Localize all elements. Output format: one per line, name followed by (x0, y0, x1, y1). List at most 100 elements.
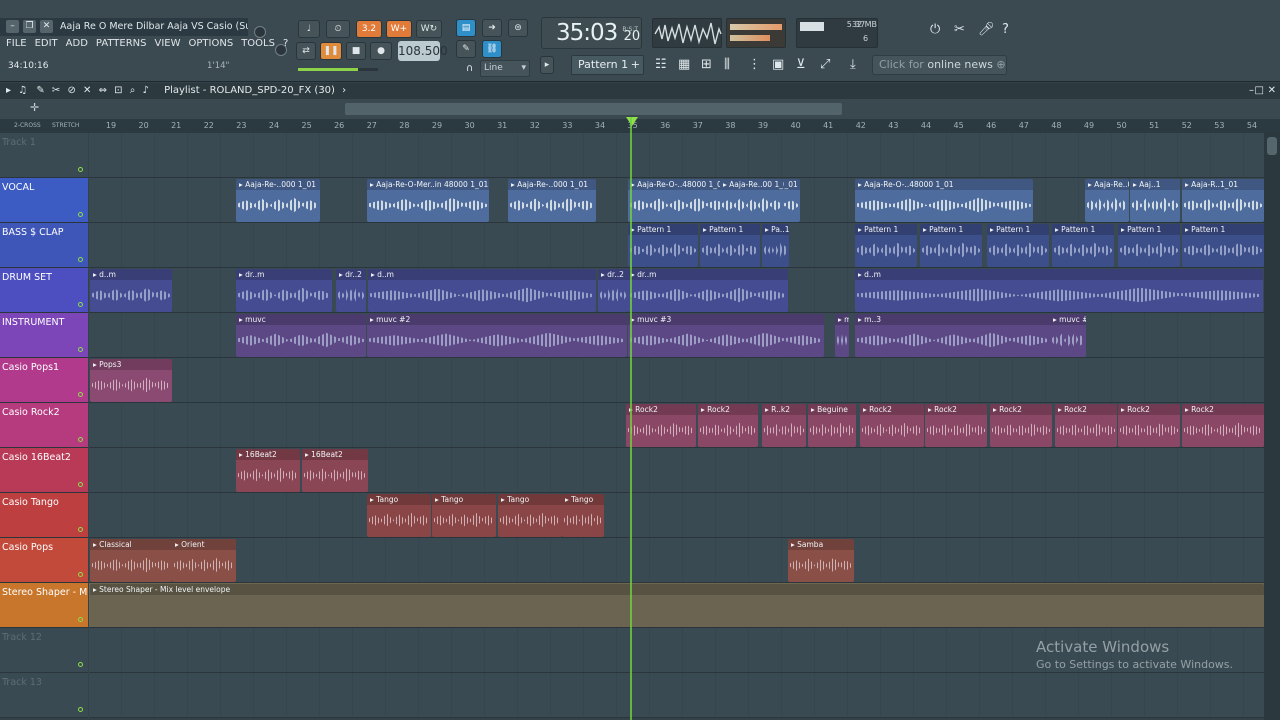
playlist-clip[interactable]: ▸ Rock2 (1182, 404, 1264, 447)
playlist-clip[interactable]: ▸ Aaja-Re-..000 1_01 (236, 179, 320, 222)
playlist-clip[interactable]: ▸ Pops3 (90, 359, 172, 402)
track-header[interactable]: Casio Tango (0, 493, 88, 538)
playlist-clip[interactable]: ▸ Tango (498, 494, 562, 537)
track-header[interactable]: Track 12 (0, 628, 88, 673)
track-mute-led-icon[interactable] (78, 527, 83, 532)
playlist-clip[interactable]: ▸ muvc #3 (835, 314, 849, 357)
track-mute-led-icon[interactable] (78, 482, 83, 487)
playhead-marker-icon[interactable] (626, 117, 638, 126)
song-pattern-toggle-icon[interactable]: ⇄ (296, 42, 316, 60)
playlist-clip[interactable]: ▸ d..m (90, 269, 172, 312)
menu-options[interactable]: OPTIONS (189, 38, 234, 49)
playlist-arrow-icon[interactable]: ▸ (6, 85, 11, 96)
vertical-scrollbar[interactable] (1264, 133, 1280, 720)
playlist-clip[interactable]: ▸ R..k2 (762, 404, 806, 447)
track-header[interactable]: Casio Pops1 (0, 358, 88, 403)
playlist-clip[interactable]: ▸ Tango (432, 494, 496, 537)
track-lane[interactable]: ▸ Tango ▸ Tango ▸ Tango ▸ Tango (89, 493, 1264, 538)
help-icon[interactable]: ? (1002, 22, 1009, 37)
playlist-clip[interactable]: ▸ Aaja-Re..00 1_01 (1085, 179, 1129, 222)
playlist-clip[interactable]: ▸ Samba (788, 539, 854, 582)
playlist-clip[interactable]: ▸ Rock2 (925, 404, 987, 447)
track-lane[interactable]: ▸ Pops3 (89, 358, 1264, 403)
download-icon[interactable]: ⤓ (850, 57, 856, 72)
minimize-icon[interactable]: – (6, 20, 19, 33)
playlist-clip[interactable]: ▸ muvc #2 (367, 314, 627, 357)
plugin-picker-icon[interactable]: ▣ (772, 57, 784, 72)
tempo-display[interactable]: 108.500 (398, 41, 448, 61)
track-mute-led-icon[interactable] (78, 437, 83, 442)
track-header[interactable]: Casio Pops (0, 538, 88, 583)
track-header[interactable]: BASS $ CLAP (0, 223, 88, 268)
playlist-clip[interactable]: ▸ Aaj..1 (1130, 179, 1180, 222)
playlist-clip[interactable]: ▸ Rock2 (626, 404, 696, 447)
playlist-clip[interactable]: ▸ Aaja-Re-O-..48000 1_01 (628, 179, 728, 222)
menu-add[interactable]: ADD (66, 38, 88, 49)
snap-select[interactable]: Line ▾ (480, 60, 530, 77)
playlist-maximize-icon[interactable]: □ (1255, 83, 1264, 99)
pause-button[interactable]: ❚❚ (320, 42, 342, 60)
menu-tools[interactable]: TOOLS (241, 38, 275, 49)
track-header[interactable]: Casio Rock2 (0, 403, 88, 448)
playlist-clip[interactable]: ▸ Pattern 1 (1182, 224, 1264, 267)
master-volume-knob[interactable] (254, 26, 266, 38)
track-lane[interactable]: ▸ 16Beat2 ▸ 16Beat2 (89, 448, 1264, 493)
tools-icon[interactable]: ✂ (954, 22, 965, 37)
time-signature-button[interactable]: 3.2 (356, 20, 382, 38)
playlist-clip[interactable]: ▸ d..m (855, 269, 1263, 312)
playlist-clip[interactable]: ▸ m..3 (855, 314, 1051, 357)
playlist-tools-icon[interactable]: ✎ ✂ ⊘ ✕ ⇔ ⊡ ⌕ ♪ (36, 85, 151, 96)
close-icon[interactable]: ✕ (40, 20, 53, 33)
track-header[interactable]: Track 1 (0, 133, 88, 178)
playlist-clip[interactable]: ▸ Pattern 1 (1052, 224, 1114, 267)
track-lane[interactable]: ▸ Classical ▸ Orient ▸ Samba (89, 538, 1264, 583)
previous-pattern-icon[interactable]: ▸ (540, 56, 554, 74)
playlist-clip[interactable]: ▸ Aaja-Re-..000 1_01 (508, 179, 596, 222)
playlist-icon[interactable]: ☷ (655, 57, 667, 72)
restore-icon[interactable]: ❐ (23, 20, 36, 33)
track-mute-led-icon[interactable] (78, 707, 83, 712)
metronome-icon[interactable]: ♩ (298, 20, 320, 38)
playlist-clip[interactable]: ▸ Stereo Shaper - Mix level envelope (90, 584, 1264, 627)
menu-patterns[interactable]: PATTERNS (96, 38, 147, 49)
track-lane[interactable]: ▸ Aaja-Re-..000 1_01 ▸ Aaja-Re-O-Mer..in … (89, 178, 1264, 223)
record-button[interactable]: ● (370, 42, 392, 60)
playlist-clip[interactable]: ▸ Rock2 (698, 404, 758, 447)
track-header[interactable]: Casio 16Beat2 (0, 448, 88, 493)
magnet-icon[interactable]: ∩ (466, 63, 473, 74)
playlist-clip[interactable]: ▸ Beguine (808, 404, 856, 447)
playlist-clip[interactable]: ▸ Orient (172, 539, 236, 582)
mixer-icon[interactable]: ⫼ (724, 57, 730, 72)
playlist-close-icon[interactable]: ✕ (1268, 83, 1276, 99)
song-position-clock[interactable]: 35:03 20 B:S:T (541, 17, 642, 49)
playlist-clip[interactable]: ▸ muvc #3 (1050, 314, 1086, 357)
track-mute-led-icon[interactable] (78, 617, 83, 622)
playlist-clip[interactable]: ▸ Aaja-Re..00 1_01 (720, 179, 784, 222)
playlist-clip[interactable]: ▸ Aaja-Re-O-..48000 1_01 (855, 179, 1033, 222)
menu-file[interactable]: FILE (6, 38, 27, 49)
pencil-icon[interactable]: ✎ (456, 40, 476, 58)
master-volume-slider[interactable] (298, 68, 378, 71)
timeline-ruler[interactable]: 2-CROSS STRETCH 19 20 21 22 23 24 25 26 27 28 29 30… (0, 117, 1280, 133)
vertical-scroll-thumb[interactable] (1267, 137, 1277, 155)
pattern-selector[interactable]: Pattern 1 + (571, 55, 644, 75)
playlist-clip[interactable]: ▸ dr..m (236, 269, 332, 312)
track-lane[interactable] (89, 133, 1264, 178)
online-news-button[interactable]: Click for online news ⊕ (872, 55, 1007, 75)
track-mute-led-icon[interactable] (78, 302, 83, 307)
playlist-move-icon[interactable]: ✛ (30, 101, 39, 114)
playlist-clip[interactable]: ▸ Pattern 1 (1118, 224, 1180, 267)
playlist-clip[interactable]: ▸ Pattern 1 (855, 224, 917, 267)
playlist-clip[interactable]: ▸ Pattern 1 (700, 224, 760, 267)
playlist-clip[interactable]: ▸ Classical (90, 539, 172, 582)
playlist-clip[interactable]: ▸ Pattern 1 (987, 224, 1049, 267)
track-mute-led-icon[interactable] (78, 257, 83, 262)
track-mute-led-icon[interactable] (78, 572, 83, 577)
track-lane[interactable]: ▸ muvc▸ muvc #2▸ muvc #3▸ muvc #3▸ m..3▸… (89, 313, 1264, 358)
recording-icon[interactable]: ⊜ (508, 19, 528, 37)
playlist-clip[interactable]: ▸ muvc #3 (628, 314, 824, 357)
track-mute-led-icon[interactable] (78, 662, 83, 667)
track-lane[interactable]: ▸ Rock2 ▸ Rock2 ▸ R..k2 ▸ Beguine ▸ Rock2 ▸ R… (89, 403, 1264, 448)
track-header[interactable]: INSTRUMENT (0, 313, 88, 358)
playlist-clip[interactable]: ▸ Pattern 1 (628, 224, 698, 267)
